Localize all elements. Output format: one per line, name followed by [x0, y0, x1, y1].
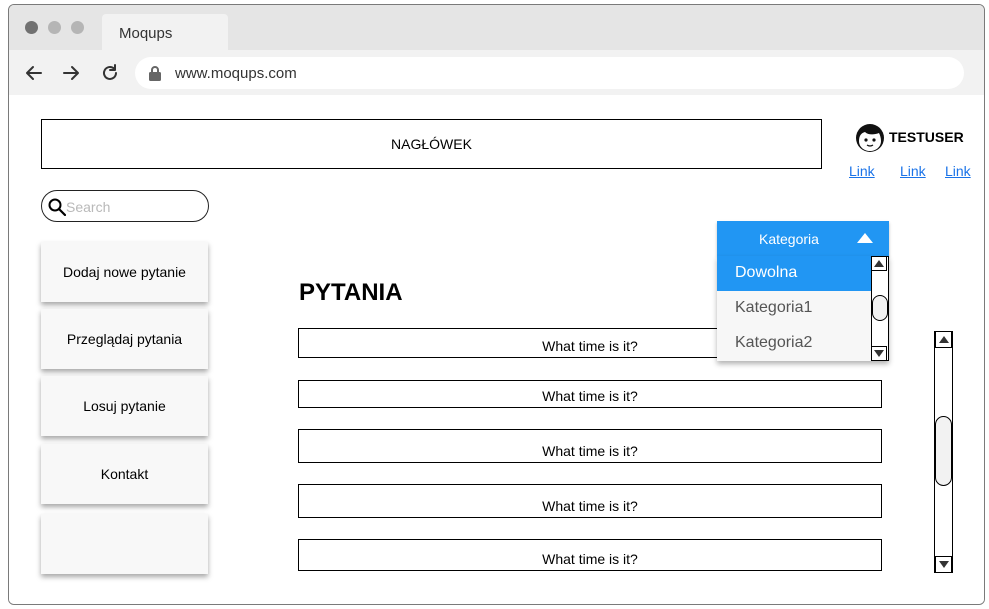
category-option-selected[interactable]: Dowolna: [717, 256, 871, 291]
category-option-label: Kategoria1: [735, 299, 813, 316]
sidebar-item-add-question[interactable]: Dodaj nowe pytanie: [41, 242, 208, 302]
question-text: What time is it?: [542, 388, 638, 404]
address-bar: www.moqups.com: [9, 50, 984, 95]
question-row[interactable]: What time is it?: [298, 484, 882, 518]
page-header: NAGŁÓWEK: [41, 119, 822, 169]
chevron-up-icon: [857, 233, 873, 243]
url-field[interactable]: www.moqups.com: [135, 57, 964, 89]
maximize-window-dot[interactable]: [71, 21, 84, 34]
scroll-thumb[interactable]: [872, 295, 888, 321]
category-options-list: Dowolna Kategoria1 Kategoria2: [717, 256, 889, 361]
search-box[interactable]: [41, 190, 209, 222]
scroll-down-icon[interactable]: [935, 556, 952, 573]
sidebar-item-browse-questions[interactable]: Przeglądaj pytania: [41, 309, 208, 369]
search-icon: [48, 198, 66, 216]
scroll-down-icon[interactable]: [871, 346, 887, 361]
browser-tab[interactable]: Moqups: [102, 14, 228, 50]
url-text: www.moqups.com: [175, 65, 297, 82]
sidebar-item-empty[interactable]: [41, 514, 208, 574]
question-text: What time is it?: [542, 443, 638, 459]
category-dropdown-header[interactable]: Kategoria: [717, 221, 889, 256]
scroll-thumb[interactable]: [935, 416, 952, 486]
sidebar-item-label: Losuj pytanie: [83, 398, 166, 414]
question-text: What time is it?: [542, 498, 638, 514]
minimize-window-dot[interactable]: [48, 21, 61, 34]
user-avatar-icon[interactable]: [855, 123, 885, 153]
sidebar-item-contact[interactable]: Kontakt: [41, 444, 208, 504]
questions-scrollbar[interactable]: [934, 331, 953, 573]
header-link-1[interactable]: Link: [849, 163, 875, 179]
category-option-label: Kategoria2: [735, 334, 813, 351]
scroll-up-icon[interactable]: [871, 256, 887, 271]
category-option[interactable]: Kategoria2: [717, 326, 871, 361]
category-dropdown-label: Kategoria: [759, 231, 819, 247]
category-scrollbar[interactable]: [871, 256, 889, 361]
browser-titlebar: Moqups: [9, 5, 984, 50]
browser-window: Moqups www.moqups.com NAGŁÓWEK TESTUSER …: [8, 4, 985, 605]
category-option[interactable]: Kategoria1: [717, 291, 871, 326]
page-content: NAGŁÓWEK TESTUSER Link Link Link Dodaj n…: [9, 95, 984, 604]
page-title: PYTANIA: [299, 279, 403, 306]
header-link-2[interactable]: Link: [900, 163, 926, 179]
close-window-dot[interactable]: [25, 21, 38, 34]
sidebar-item-label: Kontakt: [100, 466, 149, 482]
sidebar-item-random-question[interactable]: Losuj pytanie: [41, 376, 208, 436]
lock-icon: [149, 66, 161, 81]
search-input[interactable]: [66, 198, 201, 216]
reload-icon[interactable]: [99, 62, 121, 84]
header-title: NAGŁÓWEK: [391, 136, 472, 152]
question-text: What time is it?: [542, 551, 638, 567]
question-row[interactable]: What time is it?: [298, 380, 882, 408]
question-row[interactable]: What time is it?: [298, 539, 882, 571]
header-link-3[interactable]: Link: [945, 163, 971, 179]
scroll-up-icon[interactable]: [935, 331, 952, 348]
username-label: TESTUSER: [889, 129, 964, 145]
category-option-label: Dowolna: [735, 264, 798, 281]
browser-tab-title: Moqups: [119, 25, 173, 42]
question-row[interactable]: What time is it?: [298, 429, 882, 463]
sidebar-item-label: Przeglądaj pytania: [66, 331, 183, 347]
forward-arrow-icon[interactable]: [60, 62, 82, 84]
sidebar-item-label: Dodaj nowe pytanie: [63, 264, 186, 280]
back-arrow-icon[interactable]: [23, 62, 45, 84]
